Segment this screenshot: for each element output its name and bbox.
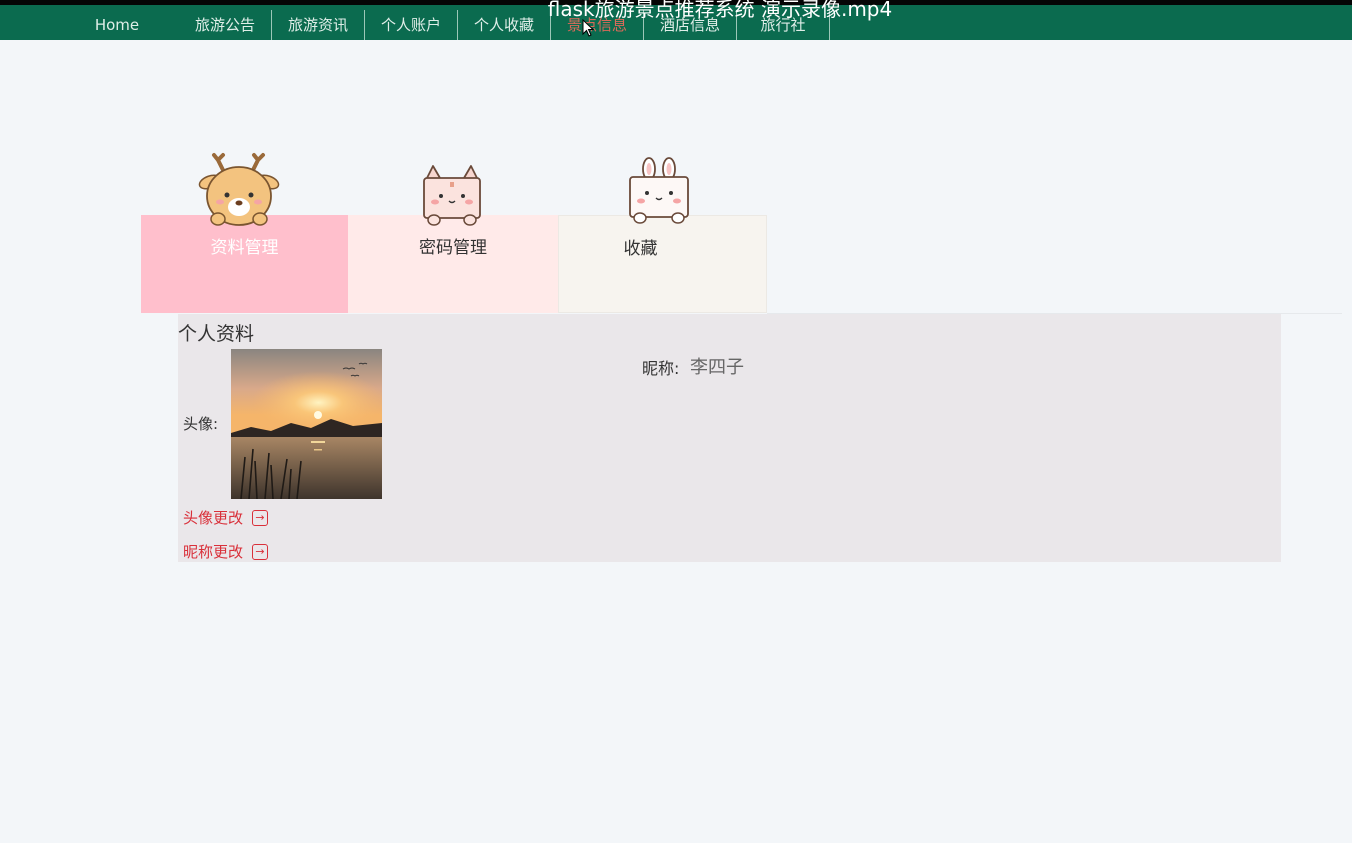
nav-item-announcements[interactable]: 旅游公告 bbox=[179, 10, 272, 40]
tab-profile-management[interactable]: 资料管理 bbox=[141, 215, 348, 313]
tab-label: 收藏 bbox=[623, 239, 658, 259]
tab-favorites[interactable]: 收藏 bbox=[558, 215, 767, 313]
avatar-label: 头像: bbox=[183, 415, 219, 433]
nav-item-hotels[interactable]: 酒店信息 bbox=[644, 10, 737, 40]
mouse-cursor-icon bbox=[582, 19, 594, 37]
action-label: 昵称更改 bbox=[183, 543, 244, 561]
tab-label: 资料管理 bbox=[210, 238, 279, 258]
arrow-right-box-icon: → bbox=[252, 543, 269, 560]
nav-item-travel-agency[interactable]: 旅行社 bbox=[737, 10, 830, 40]
nav-item-home[interactable]: Home bbox=[80, 10, 154, 40]
arrow-right-box-icon: → bbox=[252, 509, 269, 526]
tab-password-management[interactable]: 密码管理 bbox=[348, 215, 558, 313]
avatar-image[interactable] bbox=[231, 349, 382, 499]
nav-item-news[interactable]: 旅游资讯 bbox=[272, 10, 365, 40]
change-nickname-link[interactable]: 昵称更改 → bbox=[183, 541, 269, 562]
action-label: 头像更改 bbox=[183, 509, 244, 527]
rabbit-icon bbox=[629, 157, 689, 224]
nickname-label: 昵称: bbox=[642, 359, 680, 378]
top-nav-bar: Home 旅游公告 旅游资讯 个人账户 个人收藏 景点信息 酒店信息 旅行社 f… bbox=[0, 0, 1352, 40]
tab-label: 密码管理 bbox=[419, 238, 487, 258]
panel-title: 个人资料 bbox=[178, 323, 255, 345]
nickname-value: 李四子 bbox=[690, 357, 744, 378]
nav-item-favorites[interactable]: 个人收藏 bbox=[458, 10, 551, 40]
nav-item-account[interactable]: 个人账户 bbox=[365, 10, 458, 40]
profile-panel: 个人资料 头像: 昵称: 李四子 头像更改 → 昵称更改 → bbox=[178, 314, 1281, 562]
deer-icon bbox=[198, 153, 280, 226]
change-avatar-link[interactable]: 头像更改 → bbox=[183, 507, 269, 528]
nav-item-attractions[interactable]: 景点信息 bbox=[551, 10, 644, 40]
cat-icon bbox=[423, 165, 481, 226]
